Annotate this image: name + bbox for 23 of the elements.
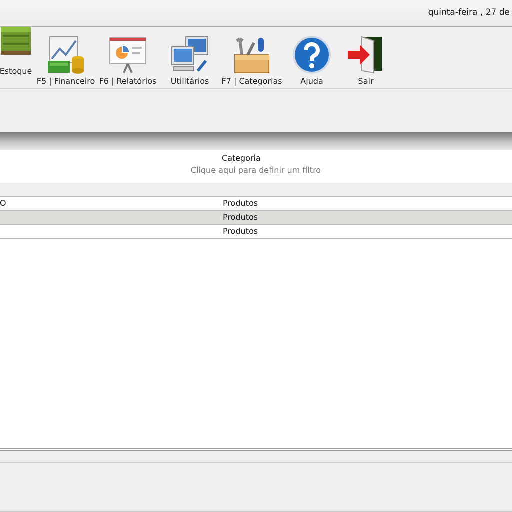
toolbar-button[interactable]: Utilitários <box>168 35 212 86</box>
filter-hint[interactable]: Clique aqui para definir um filtro <box>190 166 322 175</box>
chart-money-icon <box>46 35 86 75</box>
table-cell: Produtos <box>223 213 258 222</box>
toolbox-icon <box>232 35 272 75</box>
toolbar-button[interactable]: F5 | Financeiro <box>38 35 94 86</box>
toolbar-button[interactable]: Ajuda <box>292 35 332 86</box>
presentation-icon <box>108 35 148 75</box>
table-cell: Produtos <box>223 227 258 236</box>
computers-icon <box>170 35 210 75</box>
table-cell: O <box>0 199 6 208</box>
table-row[interactable]: O Produtos <box>0 197 512 211</box>
toolbar-button[interactable]: F7 | Categorias <box>222 35 282 86</box>
crate-icon <box>1 25 31 55</box>
table-row[interactable]: Produtos <box>0 211 512 225</box>
table-cell: Produtos <box>223 199 258 208</box>
toolbar-button[interactable]: Sair <box>346 35 386 86</box>
toolbar-button[interactable]: F6 | Relatórios <box>98 35 158 86</box>
table-row[interactable]: Produtos <box>0 225 512 239</box>
column-header[interactable]: Categoria <box>222 154 512 162</box>
date-label: quinta-feira , 27 de <box>428 8 510 18</box>
help-icon <box>292 35 332 75</box>
toolbar-button[interactable]: Estoque <box>0 25 34 76</box>
